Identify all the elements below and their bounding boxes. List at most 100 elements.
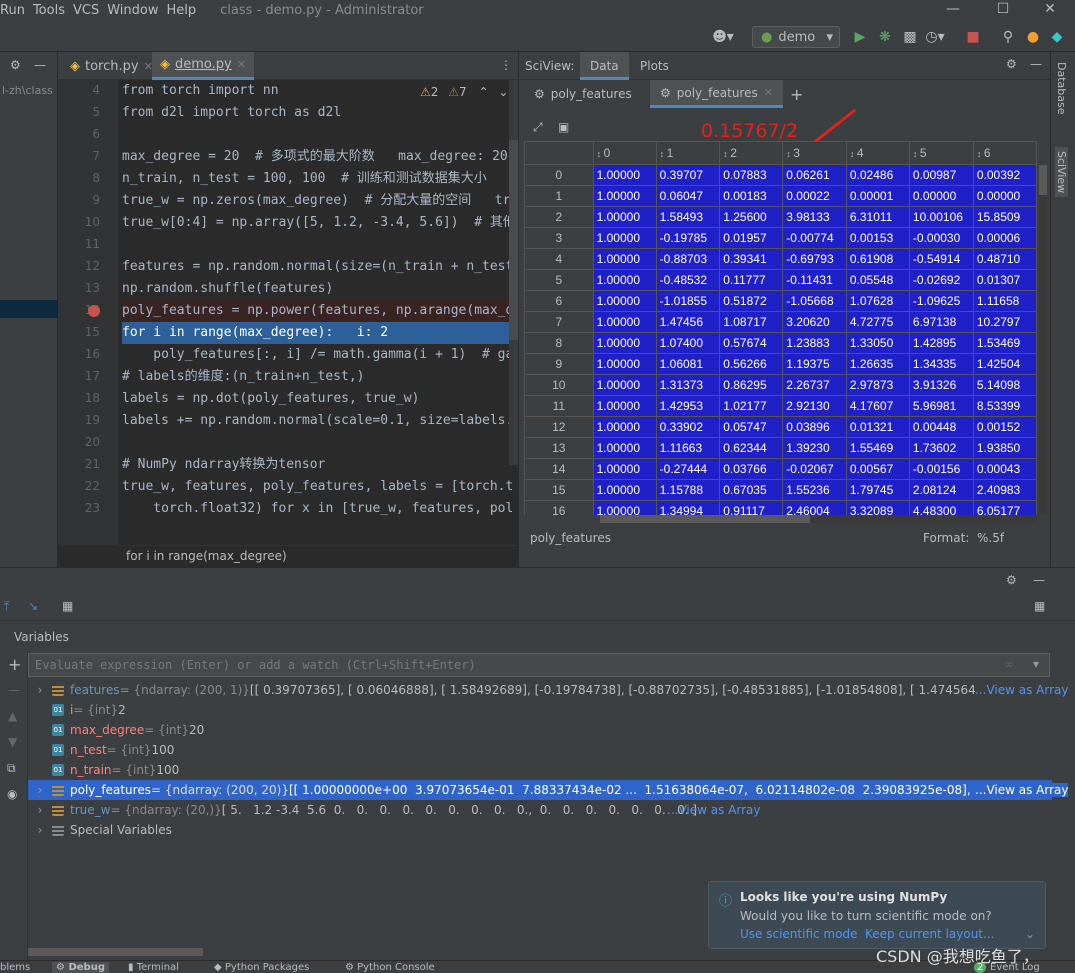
data-grid[interactable]: ↕ 0 ↕ 1 ↕ 2 ↕ 3 ↕ 4 ↕ 5 ↕ 6 0 1.00000 0.39707 0.0… xyxy=(524,141,1037,515)
table-cell[interactable]: 2.08124 xyxy=(908,479,974,501)
table-cell[interactable]: 1.34994 xyxy=(655,500,721,515)
table-cell[interactable]: 1.53469 xyxy=(972,332,1037,354)
table-cell[interactable]: 0.48710 xyxy=(972,248,1037,270)
variable-row[interactable]: › Special Variables xyxy=(28,820,1052,840)
table-cell[interactable]: 1.55236 xyxy=(782,479,847,501)
table-cell[interactable]: -0.27444 xyxy=(655,458,721,480)
variable-row[interactable]: 01 n_train = {int} 100 xyxy=(28,760,1052,780)
tab-data[interactable]: Data xyxy=(580,52,629,80)
table-cell[interactable]: -0.00030 xyxy=(908,227,974,249)
menu-help[interactable]: Help xyxy=(166,3,196,18)
table-cell[interactable]: 1.11663 xyxy=(655,437,721,459)
table-cell[interactable]: 1.73602 xyxy=(908,437,974,459)
expand-arrow-icon[interactable]: › xyxy=(28,823,52,837)
table-cell[interactable]: 0.00392 xyxy=(972,164,1037,186)
table-cell[interactable]: 1.33050 xyxy=(845,332,910,354)
table-cell[interactable]: 3.91326 xyxy=(908,374,974,396)
maximize-icon[interactable]: ☐ xyxy=(978,0,1028,20)
glasses-icon[interactable]: ∞ xyxy=(1004,657,1014,671)
table-cell[interactable]: -1.09625 xyxy=(908,290,974,312)
table-cell[interactable]: 1.00000 xyxy=(592,185,657,207)
debug-icon[interactable]: ❋ xyxy=(875,27,895,47)
table-cell[interactable]: 1.39230 xyxy=(782,437,847,459)
table-cell[interactable]: 0.57674 xyxy=(719,332,784,354)
table-cell[interactable]: 1.55469 xyxy=(845,437,910,459)
table-cell[interactable]: -0.19785 xyxy=(655,227,721,249)
column-header[interactable]: ↕ 2 xyxy=(719,141,784,165)
table-cell[interactable]: 1.06081 xyxy=(655,353,721,375)
column-header[interactable]: ↕ 6 xyxy=(972,141,1037,165)
jetbrains-icon[interactable]: ◆ xyxy=(1047,27,1067,47)
table-cell[interactable]: 1.79745 xyxy=(845,479,910,501)
gear-icon[interactable]: ⚙ xyxy=(1006,57,1017,71)
table-cell[interactable]: 4.17607 xyxy=(845,395,910,417)
gear-icon[interactable]: ⚙ xyxy=(1006,573,1017,587)
table-cell[interactable]: 1.08717 xyxy=(719,311,784,333)
table-cell[interactable]: 2.40983 xyxy=(972,479,1037,501)
table-cell[interactable]: 1.26635 xyxy=(845,353,910,375)
table-cell[interactable]: 1.00000 xyxy=(592,437,657,459)
table-cell[interactable]: 0.01307 xyxy=(972,269,1037,291)
inspection-widget[interactable]: ⚠2 ⚠7 ⌃ ⌄ xyxy=(418,85,511,99)
chevron-down-icon[interactable]: ⌄ xyxy=(498,85,508,99)
grid-horizontal-scrollbar[interactable] xyxy=(600,515,1037,523)
table-cell[interactable]: 0.06261 xyxy=(782,164,847,186)
table-cell[interactable]: 5.14098 xyxy=(972,374,1037,396)
add-watch-icon[interactable]: + xyxy=(8,655,21,674)
table-cell[interactable]: 1.93850 xyxy=(972,437,1037,459)
table-cell[interactable]: 1.00000 xyxy=(592,416,657,438)
gear-icon[interactable]: ⚙ xyxy=(10,58,21,72)
chevron-down-icon[interactable]: ⌄ xyxy=(1025,927,1035,941)
layout-icon[interactable]: ▣ xyxy=(558,120,569,134)
table-cell[interactable]: -0.02692 xyxy=(908,269,974,291)
evaluate-expression-input[interactable]: Evaluate expression (Enter) or add a wat… xyxy=(28,653,1050,677)
close-tab-icon[interactable]: ✕ xyxy=(764,86,773,99)
column-header[interactable]: ↕ 3 xyxy=(782,141,847,165)
table-cell[interactable]: 1.42953 xyxy=(655,395,721,417)
tab-plots[interactable]: Plots xyxy=(640,59,669,73)
table-cell[interactable]: 4.48300 xyxy=(908,500,974,515)
menu-run[interactable]: Run xyxy=(0,3,25,18)
table-cell[interactable]: 1.07628 xyxy=(845,290,910,312)
table-cell[interactable]: 2.26737 xyxy=(782,374,847,396)
variable-row[interactable]: › features = {ndarray: (200, 1)} [[ 0.397… xyxy=(28,680,1052,700)
menu-vcs[interactable]: VCS xyxy=(73,3,99,18)
table-cell[interactable]: 10.2797 xyxy=(972,311,1037,333)
tab-demo-py[interactable]: ◈ demo.py ✕ xyxy=(152,52,254,80)
table-cell[interactable]: 0.00000 xyxy=(908,185,974,207)
table-cell[interactable]: -0.02067 xyxy=(782,458,847,480)
table-cell[interactable]: 1.42504 xyxy=(972,353,1037,375)
table-cell[interactable]: -0.54914 xyxy=(908,248,974,270)
table-cell[interactable]: 15.8509 xyxy=(972,206,1037,228)
table-icon[interactable]: ▦ xyxy=(62,599,73,613)
table-cell[interactable]: 1.00000 xyxy=(592,164,657,186)
view-as-array-link[interactable]: ...View as Array xyxy=(975,683,1069,697)
table-cell[interactable]: 3.32089 xyxy=(845,500,910,515)
tool-debug[interactable]: ⚙ Debug xyxy=(52,962,109,973)
keep-layout-link[interactable]: Keep current layout... xyxy=(865,927,994,941)
table-cell[interactable]: 1.00000 xyxy=(592,332,657,354)
table-cell[interactable]: 0.67035 xyxy=(719,479,784,501)
table-cell[interactable]: 0.03766 xyxy=(719,458,784,480)
column-header[interactable]: ↕ 1 xyxy=(655,141,721,165)
grid-vertical-scrollbar[interactable] xyxy=(1039,165,1047,515)
tab-torch-py[interactable]: ◈ torch.py ✕ xyxy=(62,52,161,80)
table-cell[interactable]: 0.01957 xyxy=(719,227,784,249)
table-cell[interactable]: -0.00156 xyxy=(908,458,974,480)
variable-row[interactable]: 01 max_degree = {int} 20 xyxy=(28,720,1052,740)
table-cell[interactable]: 1.23883 xyxy=(782,332,847,354)
breadcrumb[interactable]: for i in range(max_degree) xyxy=(118,545,518,567)
table-cell[interactable]: 6.97138 xyxy=(908,311,974,333)
data-tab-2[interactable]: ⚙ poly_features ✕ xyxy=(650,80,783,108)
expand-arrow-icon[interactable]: › xyxy=(28,683,52,697)
close-icon[interactable]: ✕ xyxy=(1025,0,1075,20)
table-cell[interactable]: -0.88703 xyxy=(655,248,721,270)
table-cell[interactable]: 1.31373 xyxy=(655,374,721,396)
table-cell[interactable]: 1.25600 xyxy=(719,206,784,228)
column-header[interactable]: ↕ 5 xyxy=(908,141,974,165)
table-cell[interactable]: 0.91117 xyxy=(719,500,784,515)
table-cell[interactable]: 1.47456 xyxy=(655,311,721,333)
minimize-icon[interactable]: — xyxy=(928,0,978,20)
editor-scrollbar[interactable] xyxy=(509,80,518,465)
table-cell[interactable]: 1.07400 xyxy=(655,332,721,354)
